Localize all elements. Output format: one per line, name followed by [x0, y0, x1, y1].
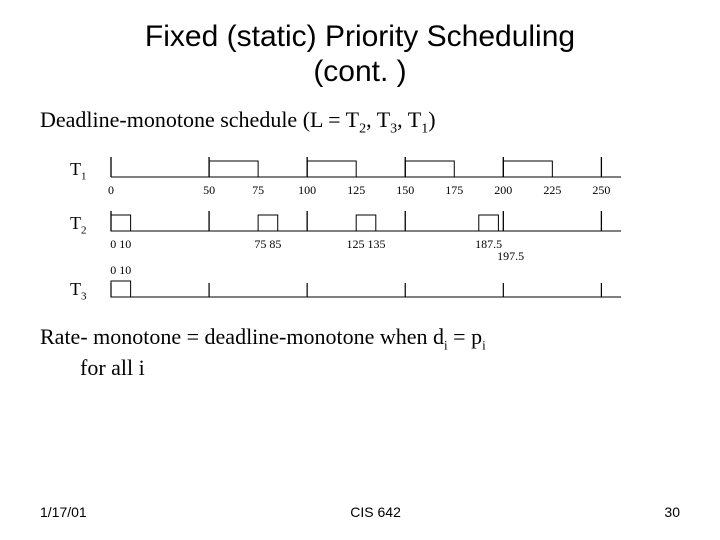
- timeline-t2: [106, 209, 626, 237]
- axis-tick-label: 150: [396, 183, 414, 198]
- task-row-t3: T3 0 10: [70, 275, 680, 303]
- axis-tick-label: 175: [445, 183, 463, 198]
- task-row-t1: T1 0 50 75 100 125 150 175 200 225 250: [70, 155, 680, 199]
- task-label-sub: 3: [81, 291, 87, 303]
- subtitle: Deadline-monotone schedule (L = T2, T3, …: [40, 107, 680, 137]
- task-label-text: T: [70, 159, 81, 179]
- note-line-2: for all i: [40, 354, 680, 382]
- title-line-1: Fixed (static) Priority Scheduling: [145, 20, 575, 53]
- task-label-t2: T2: [70, 209, 106, 237]
- axis-tick-label: 225: [543, 183, 561, 198]
- subtitle-text: Deadline-monotone schedule (L = T: [40, 107, 359, 132]
- axis-tick-label: 125 135: [347, 237, 386, 252]
- axis-tick-label: 250: [592, 183, 610, 198]
- xlabels-t1: 0 50 75 100 125 150 175 200 225 250: [106, 183, 626, 199]
- axis-tick-label: 100: [298, 183, 316, 198]
- footer-course: CIS 642: [350, 504, 401, 520]
- timeline-t3: [106, 275, 626, 303]
- slide-footer: 1/17/01 CIS 642 30: [40, 504, 680, 520]
- footer-page: 30: [664, 504, 680, 520]
- task-label-sub: 2: [81, 225, 87, 237]
- title-line-2: (cont. ): [313, 55, 406, 88]
- slide-title: Fixed (static) Priority Scheduling (cont…: [40, 20, 680, 89]
- axis-tick-label: 50: [203, 183, 215, 198]
- task-row-t2: T2 0 1075 85125 135187.5197.5: [70, 209, 680, 265]
- task-label-sub: 1: [81, 171, 87, 183]
- axis-tick-label: 75: [252, 183, 264, 198]
- axis-tick-label: 125: [347, 183, 365, 198]
- subtitle-text: , T: [366, 107, 390, 132]
- note-sub: i: [482, 338, 486, 353]
- note-text: Rate- monotone = deadline-monotone when …: [40, 323, 680, 381]
- subtitle-text: , T: [397, 107, 421, 132]
- axis-tick-label: 75 85: [254, 237, 281, 252]
- axis-tick-label: 0 10: [110, 237, 131, 252]
- task-label-text: T: [70, 279, 81, 299]
- axis-tick-label: 0 10: [110, 263, 131, 278]
- axis-tick-label: 197.5: [497, 249, 524, 264]
- axis-tick-label: 0: [108, 183, 114, 198]
- timing-charts: T1 05075100125150175200225250 T2 0 1075 …: [70, 155, 680, 303]
- task-label-t1: T1: [70, 155, 106, 183]
- xlabels-t3: 0 10: [106, 263, 626, 279]
- note-segment: = p: [448, 324, 482, 349]
- timeline-t1: [106, 155, 626, 183]
- subtitle-text: ): [428, 107, 435, 132]
- task-label-text: T: [70, 213, 81, 233]
- footer-date: 1/17/01: [40, 504, 87, 520]
- axis-tick-label: 200: [494, 183, 512, 198]
- note-segment: Rate- monotone = deadline-monotone when …: [40, 324, 444, 349]
- xlabels-t2: 0 1075 85125 135187.5197.5: [106, 237, 626, 265]
- task-label-t3: T3: [70, 275, 106, 303]
